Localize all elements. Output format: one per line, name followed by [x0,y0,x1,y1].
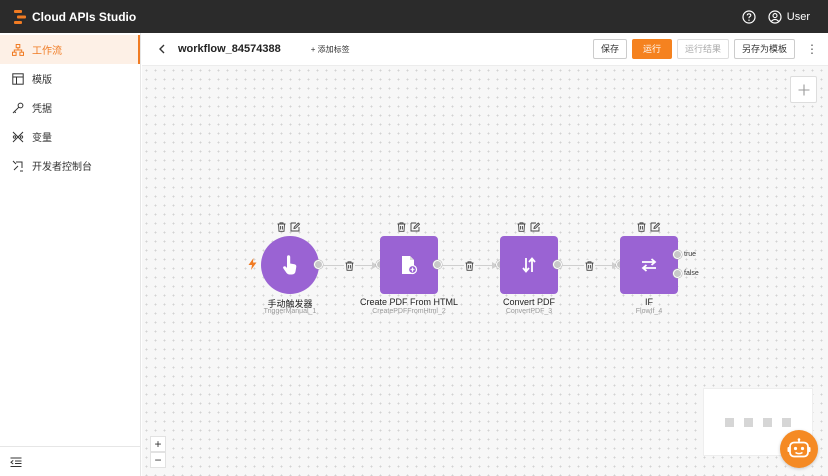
minimap-node [725,418,734,427]
workflow-name[interactable]: workflow_84574388 [178,43,281,55]
developer-console-icon [12,160,23,171]
brand[interactable]: Cloud APIs Studio [14,9,137,24]
sidebar-item-label: 模版 [32,75,52,86]
workflow-toolbar: workflow_84574388 + 添加标签 保存 运行 运行结果 另存为模… [142,33,828,66]
lightning-icon [248,258,257,270]
node-subtitle: CreatePDFFromHtml_2 [372,308,446,315]
sidebar-item-label: 开发者控制台 [32,162,92,173]
convert-icon [522,257,536,273]
save-button[interactable]: 保存 [592,39,627,59]
output-port-false[interactable] [673,269,682,278]
sidebar-item-developer-console[interactable]: 开发者控制台 [0,151,140,180]
zoom-in-button[interactable]: + [150,436,166,452]
workflow-icon [12,43,24,56]
edge-delete-button[interactable] [464,260,475,271]
zoom-out-button[interactable]: − [150,452,166,468]
branch-label-true: true [684,251,697,258]
branch-label-false: false [684,270,699,277]
edit-icon[interactable] [650,222,660,232]
collapse-sidebar-icon[interactable] [10,457,22,467]
swap-arrows-icon [641,258,657,272]
back-button[interactable] [154,41,170,57]
node-if[interactable] [620,236,678,294]
node-title: IF [645,297,653,307]
minimap-node [782,418,791,427]
sidebar: 工作流 模版 凭据 变量 开发者控制台 [0,33,141,476]
run-result-button[interactable]: 运行结果 [676,39,729,59]
node-actions [397,222,420,232]
delete-icon [345,260,354,271]
node-title: Create PDF From HTML [359,297,458,307]
delete-icon[interactable] [637,222,646,232]
minimap-node [763,418,772,427]
user-menu[interactable]: User [768,9,810,24]
node-convert-pdf[interactable] [500,236,558,294]
node-actions [637,222,660,232]
sidebar-item-label: 变量 [32,133,52,144]
run-button[interactable]: 运行 [631,39,672,59]
edit-icon[interactable] [290,222,300,232]
hand-pointer-icon [283,255,297,275]
sidebar-item-template[interactable]: 模版 [0,64,140,93]
output-port-true[interactable] [673,250,682,259]
delete-icon [585,260,594,271]
template-icon [12,72,24,85]
sidebar-collapse-bar [0,446,140,476]
add-tag-button[interactable]: + 添加标签 [311,44,350,55]
plus-icon [798,84,809,95]
sidebar-item-label: 凭据 [32,104,52,115]
sidebar-item-label: 工作流 [32,46,62,57]
node-subtitle: FlowIf_4 [635,308,663,315]
help-icon[interactable] [742,9,756,24]
save-as-template-button[interactable]: 另存为模板 [733,39,795,59]
output-port[interactable] [433,260,442,269]
logo-icon [14,9,26,24]
node-trigger-manual[interactable] [261,236,319,294]
node-actions [277,222,300,232]
edge-delete-button[interactable] [344,260,355,271]
pdf-file-icon [402,256,418,275]
delete-icon[interactable] [277,222,286,232]
delete-icon[interactable] [397,222,406,232]
variable-icon [12,131,24,142]
output-port[interactable] [314,260,323,269]
delete-icon [465,260,474,271]
user-avatar-icon [768,9,782,24]
node-create-pdf-from-html[interactable] [380,236,438,294]
sidebar-item-variables[interactable]: 变量 [0,122,140,151]
sidebar-item-credentials[interactable]: 凭据 [0,93,140,122]
delete-icon[interactable] [517,222,526,232]
key-icon [12,102,24,113]
add-node-button[interactable] [790,76,817,103]
app-title: Cloud APIs Studio [32,9,137,24]
node-title: Convert PDF [502,297,555,307]
node-actions [517,222,540,232]
output-port[interactable] [553,260,562,269]
assistant-bot-button[interactable] [780,430,818,468]
edge-delete-button[interactable] [584,260,595,271]
edit-icon[interactable] [410,222,420,232]
user-label: User [786,10,810,23]
robot-icon [787,438,811,458]
node-subtitle: ConvertPDF_3 [505,308,553,315]
minimap-node [744,418,753,427]
node-subtitle: TriggerManual_1 [263,308,317,315]
chevron-left-icon [159,44,165,54]
top-bar: Cloud APIs Studio User [0,0,828,33]
more-options-icon[interactable]: ⋮ [806,42,818,56]
edit-icon[interactable] [530,222,540,232]
workflow-canvas[interactable]: 手动触发器 TriggerManual_1 Create PDF From HT… [142,66,828,476]
sidebar-item-workflow[interactable]: 工作流 [0,35,140,64]
